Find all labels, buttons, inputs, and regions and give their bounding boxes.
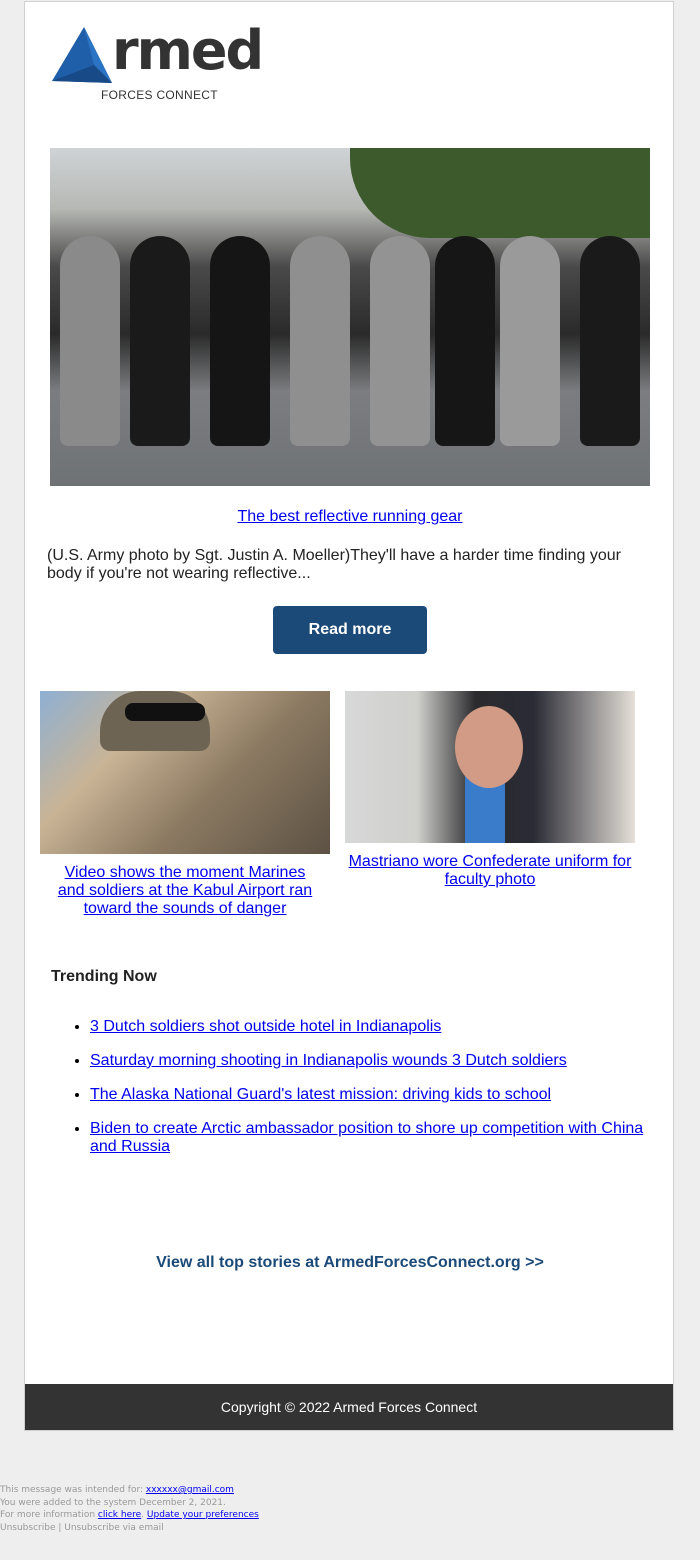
triangle-logo-icon <box>52 27 112 83</box>
story-caption: Video shows the moment Marines and soldi… <box>50 864 320 918</box>
sunglasses-shape <box>125 703 205 721</box>
added-line: You were added to the system December 2,… <box>0 1497 226 1508</box>
hero-image[interactable] <box>50 148 650 486</box>
intended-label: This message was intended for: <box>0 1485 146 1495</box>
hero-description: (U.S. Army photo by Sgt. Justin A. Moell… <box>47 547 621 582</box>
trending-link[interactable]: Biden to create Arctic ambassador positi… <box>90 1120 643 1155</box>
more-info-line: For more information click here. Update … <box>0 1509 259 1522</box>
list-item: Saturday morning shooting in Indianapoli… <box>90 1052 650 1070</box>
update-preferences-link[interactable]: Update your preferences <box>147 1510 259 1520</box>
email-meta: This message was intended for: xxxxxx@gm… <box>0 1484 259 1534</box>
story-image-mastriano[interactable] <box>345 691 635 843</box>
trending-link[interactable]: 3 Dutch soldiers shot outside hotel in I… <box>90 1018 441 1035</box>
view-all-link[interactable]: View all top stories at ArmedForcesConne… <box>25 1254 675 1272</box>
footer-bar: Copyright © 2022 Armed Forces Connect <box>25 1384 673 1430</box>
hero-title: The best reflective running gear <box>25 508 675 526</box>
logo-subtitle: FORCES CONNECT <box>101 88 218 102</box>
runner-shape <box>60 236 120 446</box>
trending-link[interactable]: Saturday morning shooting in Indianapoli… <box>90 1052 567 1069</box>
unsubscribe-line[interactable]: Unsubscribe | Unsubscribe via email <box>0 1522 259 1535</box>
trending-list: 3 Dutch soldiers shot outside hotel in I… <box>50 1018 650 1172</box>
helmet-shape <box>100 691 210 751</box>
story-link-kabul[interactable]: Video shows the moment Marines and soldi… <box>58 864 312 917</box>
runner-shape <box>435 236 495 446</box>
runner-shape <box>210 236 270 446</box>
head-shape <box>455 706 523 788</box>
intended-line: This message was intended for: xxxxxx@gm… <box>0 1484 259 1497</box>
brand-logo[interactable]: rmed FORCES CONNECT <box>50 19 264 107</box>
runner-shape <box>500 236 560 446</box>
story-image-kabul[interactable] <box>40 691 330 854</box>
tree-shape <box>350 148 650 238</box>
story-caption: Mastriano wore Confederate uniform for f… <box>345 853 635 889</box>
trending-heading: Trending Now <box>51 968 157 985</box>
list-item: Biden to create Arctic ambassador positi… <box>90 1120 650 1156</box>
list-item: The Alaska National Guard's latest missi… <box>90 1086 650 1104</box>
email-card: rmed FORCES CONNECT The best reflective … <box>24 1 674 1431</box>
runner-shape <box>580 236 640 446</box>
copyright-text: Copyright © 2022 Armed Forces Connect <box>220 1399 478 1415</box>
click-here-link[interactable]: click here <box>98 1510 141 1520</box>
runner-shape <box>130 236 190 446</box>
hero-title-link[interactable]: The best reflective running gear <box>237 508 462 525</box>
logo-wordmark: rmed <box>112 19 264 82</box>
more-info-label: For more information <box>0 1510 98 1520</box>
recipient-email-link[interactable]: xxxxxx@gmail.com <box>146 1485 234 1495</box>
read-more-button[interactable]: Read more <box>273 606 427 654</box>
list-item: 3 Dutch soldiers shot outside hotel in I… <box>90 1018 650 1036</box>
runner-shape <box>370 236 430 446</box>
trending-link[interactable]: The Alaska National Guard's latest missi… <box>90 1086 551 1103</box>
runner-shape <box>290 236 350 446</box>
story-link-mastriano[interactable]: Mastriano wore Confederate uniform for f… <box>349 853 632 888</box>
